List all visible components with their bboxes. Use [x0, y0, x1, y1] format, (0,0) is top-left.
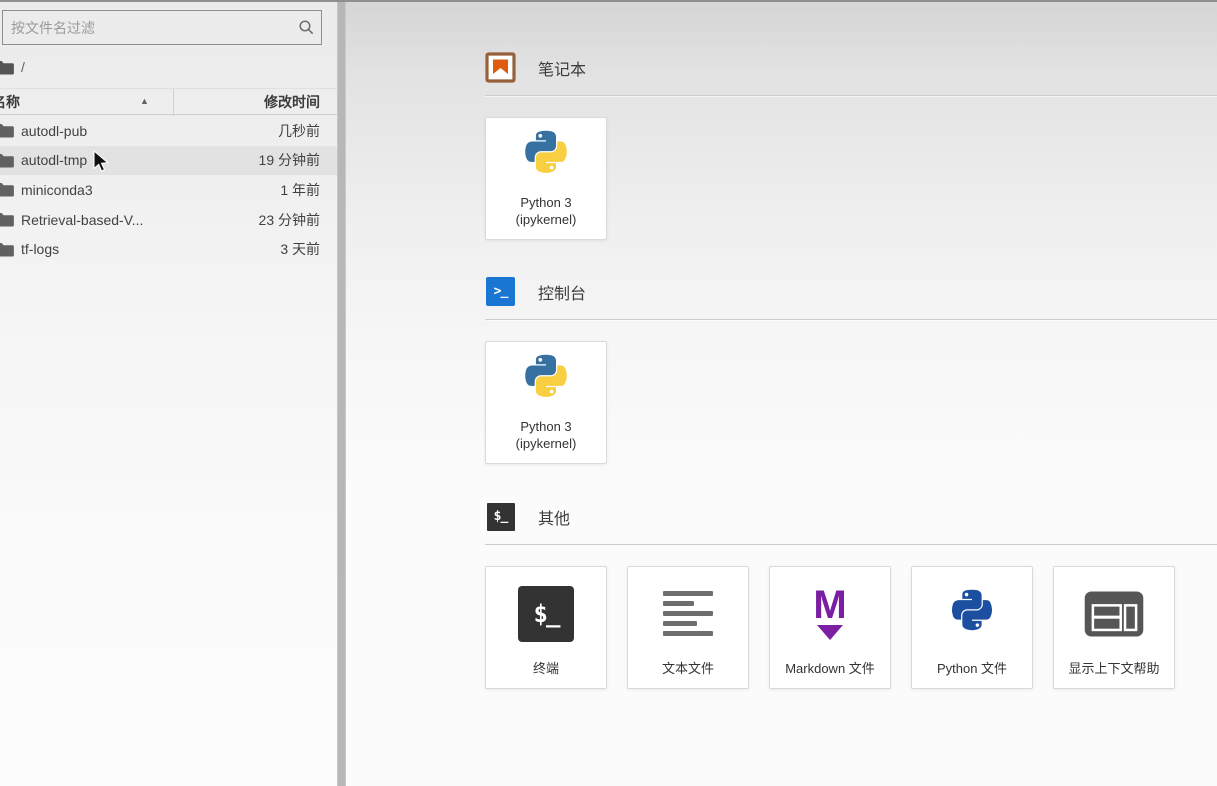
card-label: Markdown 文件	[785, 660, 875, 688]
section-divider	[485, 95, 1217, 96]
file-modified: 3 天前	[280, 239, 320, 259]
column-header-name[interactable]: 名称	[0, 92, 20, 112]
card-text-file[interactable]: 文本文件	[627, 566, 749, 689]
sort-ascending-icon[interactable]: ▲	[140, 96, 149, 106]
file-row[interactable]: Retrieval-based-V... 23 分钟前	[0, 205, 337, 235]
launcher-section-other: $_ 其他 $_ 终端 文本文件	[485, 501, 1217, 689]
section-header: 笔记本	[485, 52, 1217, 83]
file-row[interactable]: tf-logs 3 天前	[0, 234, 337, 264]
file-list: autodl-pub 几秒前 autodl-tmp 19 分钟前 minicon…	[0, 116, 337, 264]
folder-icon	[0, 153, 14, 168]
file-list-header[interactable]: 名称 ▲ 修改时间	[0, 88, 337, 115]
section-divider	[485, 544, 1217, 545]
filename-filter-input[interactable]	[3, 11, 291, 44]
file-name: miniconda3	[21, 182, 93, 198]
folder-icon	[0, 242, 14, 257]
card-label: Python 3 (ipykernel)	[516, 194, 577, 239]
card-label: 文本文件	[662, 660, 714, 688]
search-icon	[291, 19, 321, 36]
file-modified: 几秒前	[278, 121, 320, 141]
markdown-icon: M	[770, 567, 890, 660]
card-python3-notebook[interactable]: Python 3 (ipykernel)	[485, 117, 607, 240]
file-modified: 1 年前	[280, 180, 320, 200]
section-title: 其他	[538, 505, 570, 529]
window-top-border	[0, 0, 1217, 2]
python-file-icon	[912, 567, 1032, 660]
notebook-icon	[485, 52, 516, 83]
launcher-content: 笔记本 Python 3 (ipykernel)	[346, 0, 1217, 689]
folder-icon	[0, 60, 14, 75]
launcher-section-notebook: 笔记本 Python 3 (ipykernel)	[485, 52, 1217, 240]
console-icon: >_	[485, 276, 516, 307]
filename-filter-box[interactable]	[2, 10, 322, 45]
card-label: Python 3 (ipykernel)	[516, 418, 577, 463]
launcher-section-console: >_ 控制台 Python 3 (ipykernel)	[485, 276, 1217, 464]
section-title: 控制台	[538, 280, 586, 304]
contextual-help-icon	[1054, 567, 1174, 660]
file-row[interactable]: autodl-tmp 19 分钟前	[0, 146, 337, 176]
card-markdown-file[interactable]: M Markdown 文件	[769, 566, 891, 689]
section-header: $_ 其他	[485, 501, 1217, 532]
card-python-file[interactable]: Python 文件	[911, 566, 1033, 689]
card-label: 显示上下文帮助	[1068, 660, 1159, 688]
file-modified: 23 分钟前	[259, 210, 320, 230]
terminal-icon: $_	[486, 567, 606, 660]
file-name: tf-logs	[21, 241, 59, 257]
card-label: Python 文件	[937, 660, 1007, 688]
section-title: 笔记本	[538, 56, 586, 80]
python-logo-icon	[486, 342, 606, 418]
launcher-panel: 笔记本 Python 3 (ipykernel)	[346, 0, 1217, 786]
file-row[interactable]: miniconda3 1 年前	[0, 175, 337, 205]
card-label: 终端	[533, 660, 559, 688]
section-header: >_ 控制台	[485, 276, 1217, 307]
file-row[interactable]: autodl-pub 几秒前	[0, 116, 337, 146]
card-terminal[interactable]: $_ 终端	[485, 566, 607, 689]
breadcrumb-root[interactable]: /	[21, 59, 25, 75]
sidebar-resize-handle[interactable]	[337, 0, 346, 786]
file-name: Retrieval-based-V...	[21, 212, 143, 228]
folder-icon	[0, 123, 14, 138]
folder-icon	[0, 212, 14, 227]
section-divider	[485, 319, 1217, 320]
breadcrumb[interactable]: /	[0, 53, 337, 81]
text-file-icon	[628, 567, 748, 660]
column-header-modified[interactable]: 修改时间	[264, 92, 320, 112]
folder-icon	[0, 182, 14, 197]
file-modified: 19 分钟前	[259, 150, 320, 170]
terminal-icon: $_	[485, 501, 516, 532]
file-name: autodl-tmp	[21, 152, 87, 168]
file-browser-sidebar: / 名称 ▲ 修改时间 autodl-pub 几秒前 autodl-tmp 19…	[0, 0, 337, 786]
file-name: autodl-pub	[21, 123, 87, 139]
python-logo-icon	[486, 118, 606, 194]
card-contextual-help[interactable]: 显示上下文帮助	[1053, 566, 1175, 689]
card-python3-console[interactable]: Python 3 (ipykernel)	[485, 341, 607, 464]
column-separator	[173, 89, 174, 116]
